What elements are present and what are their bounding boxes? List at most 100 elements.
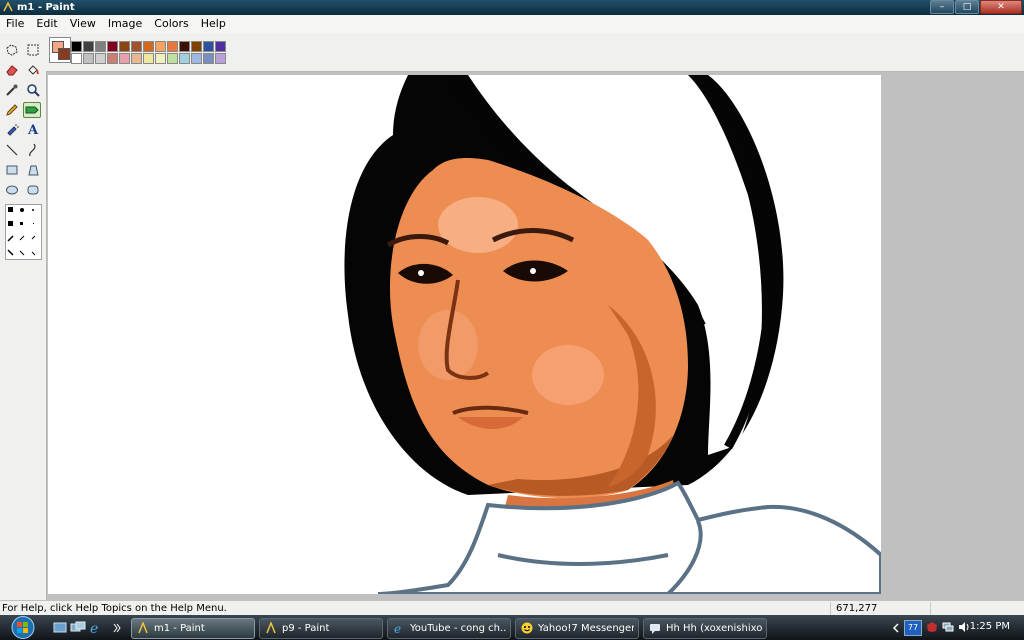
menu-bar: File Edit View Image Colors Help — [0, 15, 1024, 34]
text-tool[interactable]: A — [24, 122, 42, 138]
taskbar-button-youtube[interactable]: e YouTube - cong ch... — [387, 618, 511, 639]
line-icon — [6, 144, 18, 156]
background-color — [58, 48, 70, 60]
cursor-coordinates: 671,277 — [836, 603, 878, 614]
status-separator — [930, 602, 931, 615]
color-picker-icon — [6, 84, 18, 96]
taskbar-button-m1-paint[interactable]: m1 - Paint — [131, 618, 255, 639]
taskbar-button-hh-hh[interactable]: Hh Hh (xoxenishixox... — [643, 618, 767, 639]
menu-image[interactable]: Image — [102, 15, 148, 33]
select-tool[interactable] — [24, 42, 42, 58]
rectangle-icon — [6, 165, 18, 175]
menu-colors[interactable]: Colors — [148, 15, 194, 33]
pencil-icon — [6, 104, 18, 116]
brush-tool[interactable] — [23, 102, 41, 118]
rectangle-tool[interactable] — [3, 162, 21, 178]
paint-icon — [138, 622, 148, 634]
color-swatch[interactable] — [83, 53, 94, 64]
window-title: m1 - Paint — [17, 2, 75, 13]
line-tool[interactable] — [3, 142, 21, 158]
network-icon[interactable] — [942, 621, 954, 633]
taskbar-label: Yahoo!7 Messenger — [538, 623, 634, 634]
status-help-text: For Help, click Help Topics on the Help … — [2, 603, 227, 614]
color-picker-tool[interactable] — [3, 82, 21, 98]
svg-text:e: e — [90, 621, 98, 636]
close-button[interactable]: ✕ — [980, 0, 1022, 14]
messenger-icon — [650, 624, 660, 634]
rounded-rectangle-icon — [27, 185, 39, 195]
rounded-rectangle-tool[interactable] — [24, 182, 42, 198]
color-swatch[interactable] — [179, 41, 190, 52]
smiley-icon — [521, 622, 533, 634]
portrait-drawing — [344, 75, 881, 594]
ie-icon[interactable]: e — [88, 620, 104, 636]
fill-bucket-icon — [28, 65, 39, 75]
menu-file[interactable]: File — [0, 15, 30, 33]
color-swatch[interactable] — [71, 53, 82, 64]
magnifier-tool[interactable] — [24, 82, 42, 98]
color-swatch[interactable] — [179, 53, 190, 64]
maximize-button[interactable]: □ — [955, 0, 979, 14]
switch-windows-icon[interactable] — [70, 620, 86, 636]
color-swatch[interactable] — [167, 41, 178, 52]
brush-icon — [25, 106, 39, 114]
drawing-canvas[interactable] — [48, 75, 881, 594]
chevron-right-icon[interactable] — [112, 620, 122, 636]
clock[interactable]: 1:25 PM — [970, 621, 1010, 632]
taskbar-button-yahoo-messenger[interactable]: Yahoo!7 Messenger — [515, 618, 639, 639]
show-desktop-icon[interactable] — [52, 620, 68, 636]
weather-temp: 77 — [907, 623, 919, 632]
color-swatch[interactable] — [167, 53, 178, 64]
color-swatch[interactable] — [119, 53, 130, 64]
color-swatch[interactable] — [131, 53, 142, 64]
color-swatch[interactable] — [95, 53, 106, 64]
title-bar: m1 - Paint – □ ✕ — [0, 0, 1024, 15]
airbrush-icon — [7, 124, 19, 136]
color-swatch[interactable] — [191, 41, 202, 52]
security-alert-icon[interactable] — [926, 621, 938, 633]
color-swatch[interactable] — [191, 53, 202, 64]
magnifier-icon — [27, 84, 40, 97]
taskbar-button-p9-paint[interactable]: p9 - Paint — [259, 618, 383, 639]
color-swatch[interactable] — [83, 41, 94, 52]
menu-view[interactable]: View — [64, 15, 102, 33]
taskbar-label: m1 - Paint — [154, 623, 205, 634]
airbrush-tool[interactable] — [3, 122, 21, 138]
brush-options-panel[interactable] — [5, 204, 42, 260]
volume-icon[interactable] — [958, 621, 970, 633]
color-swatch[interactable] — [131, 41, 142, 52]
weather-badge[interactable]: 77 — [904, 620, 922, 636]
ellipse-tool[interactable] — [3, 182, 21, 198]
color-swatch[interactable] — [119, 41, 130, 52]
eraser-tool[interactable] — [3, 62, 21, 78]
color-swatch[interactable] — [143, 41, 154, 52]
color-swatch[interactable] — [71, 41, 82, 52]
start-button[interactable] — [6, 616, 40, 639]
select-icon — [27, 44, 39, 56]
taskbar-label: p9 - Paint — [282, 623, 330, 634]
curve-tool[interactable] — [24, 142, 42, 158]
polygon-tool[interactable] — [24, 162, 42, 178]
fill-bucket-tool[interactable] — [24, 62, 42, 78]
pencil-tool[interactable] — [3, 102, 21, 118]
color-swatch[interactable] — [143, 53, 154, 64]
free-form-select-tool[interactable] — [3, 42, 21, 58]
status-separator — [830, 602, 831, 615]
taskbar-label: Hh Hh (xoxenishixox... — [666, 623, 762, 634]
chevron-left-icon[interactable] — [892, 623, 900, 633]
color-swatch[interactable] — [203, 53, 214, 64]
polygon-icon — [28, 165, 39, 176]
menu-help[interactable]: Help — [195, 15, 232, 33]
color-swatch[interactable] — [107, 53, 118, 64]
color-swatch[interactable] — [215, 53, 226, 64]
menu-edit[interactable]: Edit — [30, 15, 63, 33]
color-swatch[interactable] — [155, 41, 166, 52]
current-colors[interactable] — [49, 37, 71, 63]
color-swatch[interactable] — [107, 41, 118, 52]
color-swatch[interactable] — [95, 41, 106, 52]
color-swatch[interactable] — [203, 41, 214, 52]
minimize-button[interactable]: – — [930, 0, 954, 14]
color-swatch[interactable] — [215, 41, 226, 52]
color-swatch[interactable] — [155, 53, 166, 64]
color-palette-bar — [46, 33, 1024, 72]
